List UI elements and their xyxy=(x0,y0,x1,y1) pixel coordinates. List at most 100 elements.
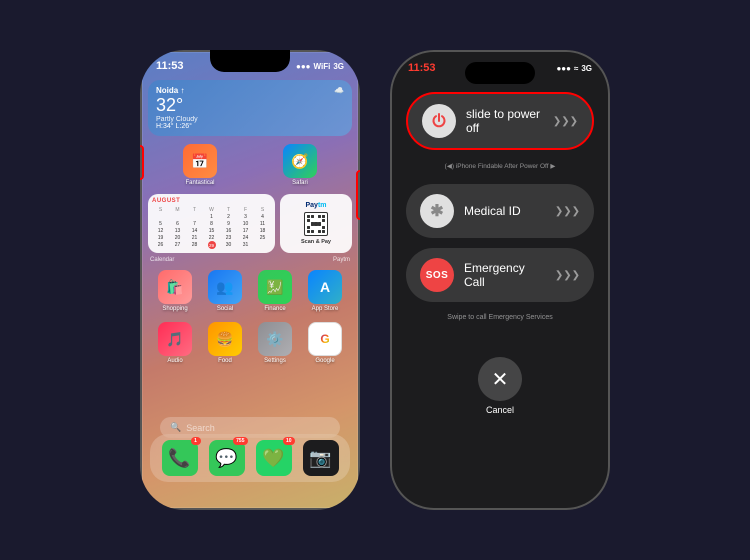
status-icons-2: ●●● ≈ 3G xyxy=(556,64,592,73)
app-audio-label: Audio xyxy=(167,358,182,364)
time-2: 11:53 xyxy=(408,62,436,74)
app-food[interactable]: 🍔 Food xyxy=(204,322,246,364)
app-audio[interactable]: 🎵 Audio xyxy=(154,322,196,364)
widget-labels: Calendar Paytm xyxy=(140,257,360,263)
paytm-widget[interactable]: Paytm xyxy=(280,194,352,253)
weather-city: Noida ↑ xyxy=(156,86,198,95)
app-appstore[interactable]: A App Store xyxy=(304,270,346,312)
app-row-3: 🎵 Audio 🍔 Food ⚙️ Settings xyxy=(140,318,360,368)
app-fantastical-label: Fantastical xyxy=(185,180,214,186)
medical-id-slider[interactable]: ✱ Medical ID ❯❯❯ xyxy=(406,184,594,238)
app-row-1: 📅 Fantastical 🧭 Safari xyxy=(140,140,360,190)
badge-phone: 1 xyxy=(191,437,201,445)
cal-day: 7 xyxy=(186,220,203,227)
cal-day xyxy=(186,213,203,220)
status-icons-1: ●●● WiFi 3G xyxy=(296,62,344,71)
power-off-slider[interactable]: slide to power off ❯❯❯ xyxy=(406,92,594,150)
cal-header-s2: S xyxy=(254,206,271,213)
weather-desc: Partly Cloudy xyxy=(156,116,198,123)
cal-day: 24 xyxy=(237,234,254,241)
cal-day: 31 xyxy=(237,241,254,249)
cal-header-s: S xyxy=(152,206,169,213)
cancel-button[interactable]: ✕ xyxy=(478,357,522,401)
cal-day xyxy=(169,213,186,220)
cal-today: 29 xyxy=(208,241,216,249)
cal-day: 9 xyxy=(220,220,237,227)
cal-day: 16 xyxy=(220,227,237,234)
dock-camera[interactable]: 📷 xyxy=(303,440,339,476)
cal-day: 4 xyxy=(254,213,271,220)
slider-arrow-power: ❯❯❯ xyxy=(553,116,578,127)
app-food-label: Food xyxy=(218,358,232,364)
calendar-widget[interactable]: AUGUST S M T W T F S 1 2 xyxy=(148,194,275,253)
app-shopping-label: Shopping xyxy=(162,306,187,312)
app-fantastical[interactable]: 📅 Fantastical xyxy=(179,144,221,186)
cal-day: 21 xyxy=(186,234,203,241)
cal-day: 15 xyxy=(203,227,220,234)
slider-arrow-sos: ❯❯❯ xyxy=(555,270,580,281)
paytm-qr xyxy=(304,212,328,236)
network-icon: 3G xyxy=(333,62,344,71)
phone1-frame: 11:53 ●●● WiFi 3G Noida ↑ 32° Partly Clo… xyxy=(140,50,360,510)
cancel-label: Cancel xyxy=(392,405,608,415)
cal-header-m: M xyxy=(169,206,186,213)
network-icon-2: 3G xyxy=(581,64,592,73)
medical-id-label: Medical ID xyxy=(464,204,521,218)
cal-header-f: F xyxy=(237,206,254,213)
calendar-month: AUGUST xyxy=(152,198,271,204)
cal-header-w: W xyxy=(203,206,220,213)
cal-day: 11 xyxy=(254,220,271,227)
dock-whatsapp[interactable]: 💚 10 xyxy=(256,440,292,476)
weather-temp: 32° xyxy=(156,95,198,116)
dynamic-island xyxy=(465,62,535,84)
sos-icon: SOS xyxy=(420,258,454,292)
power-off-label: slide to power off xyxy=(466,107,543,135)
time-1: 11:53 xyxy=(156,60,184,72)
cal-day: 17 xyxy=(237,227,254,234)
cal-day: 19 xyxy=(152,234,169,241)
app-social[interactable]: 👥 Social xyxy=(204,270,246,312)
medical-icon: ✱ xyxy=(420,194,454,228)
search-icon: 🔍 xyxy=(170,422,181,433)
cal-day: 8 xyxy=(203,220,220,227)
signal-icon: ●●● xyxy=(296,62,311,71)
dock: 📞 1 💬 755 💚 10 📷 xyxy=(150,434,350,482)
badge-whatsapp: 10 xyxy=(283,437,295,445)
app-google[interactable]: G Google xyxy=(304,322,346,364)
cal-header-t2: T xyxy=(220,206,237,213)
cal-day: 1 xyxy=(203,213,220,220)
power-icon xyxy=(422,104,456,138)
app-shopping[interactable]: 🛍️ Shopping xyxy=(154,270,196,312)
app-row-2: 🛍️ Shopping 👥 Social 💹 Finance xyxy=(140,266,360,316)
app-safari[interactable]: 🧭 Safari xyxy=(279,144,321,186)
cal-day: 20 xyxy=(169,234,186,241)
app-finance[interactable]: 💹 Finance xyxy=(254,270,296,312)
app-settings-label: Settings xyxy=(264,358,286,364)
wifi-icon: WiFi xyxy=(314,62,331,71)
cal-day: 22 xyxy=(203,234,220,241)
cal-day: 28 xyxy=(186,241,203,249)
sos-emergency-slider[interactable]: SOS Emergency Call ❯❯❯ xyxy=(406,248,594,302)
weather-widget[interactable]: Noida ↑ 32° Partly Cloudy ☁️ H:34° L:26° xyxy=(148,80,352,136)
signal-icon-2: ●●● xyxy=(556,64,571,73)
notch xyxy=(210,50,290,72)
cal-day: 14 xyxy=(186,227,203,234)
app-safari-label: Safari xyxy=(292,180,308,186)
paytm-logo: Paytm xyxy=(305,202,326,209)
cal-day: 3 xyxy=(237,213,254,220)
dock-phone[interactable]: 📞 1 xyxy=(162,440,198,476)
cal-day: 13 xyxy=(169,227,186,234)
cancel-icon: ✕ xyxy=(492,367,509,392)
sos-text: SOS xyxy=(426,270,449,281)
cal-day: 27 xyxy=(169,241,186,249)
app-social-label: Social xyxy=(217,306,233,312)
app-settings[interactable]: ⚙️ Settings xyxy=(254,322,296,364)
asterisk-icon: ✱ xyxy=(430,201,443,221)
cal-day: 23 xyxy=(220,234,237,241)
dock-messages[interactable]: 💬 755 xyxy=(209,440,245,476)
cal-header-t1: T xyxy=(186,206,203,213)
swipe-hint: Swipe to call Emergency Services xyxy=(406,312,594,329)
slider-arrow-medical: ❯❯❯ xyxy=(555,206,580,217)
cal-day: 18 xyxy=(254,227,271,234)
cal-day: 5 xyxy=(152,220,169,227)
